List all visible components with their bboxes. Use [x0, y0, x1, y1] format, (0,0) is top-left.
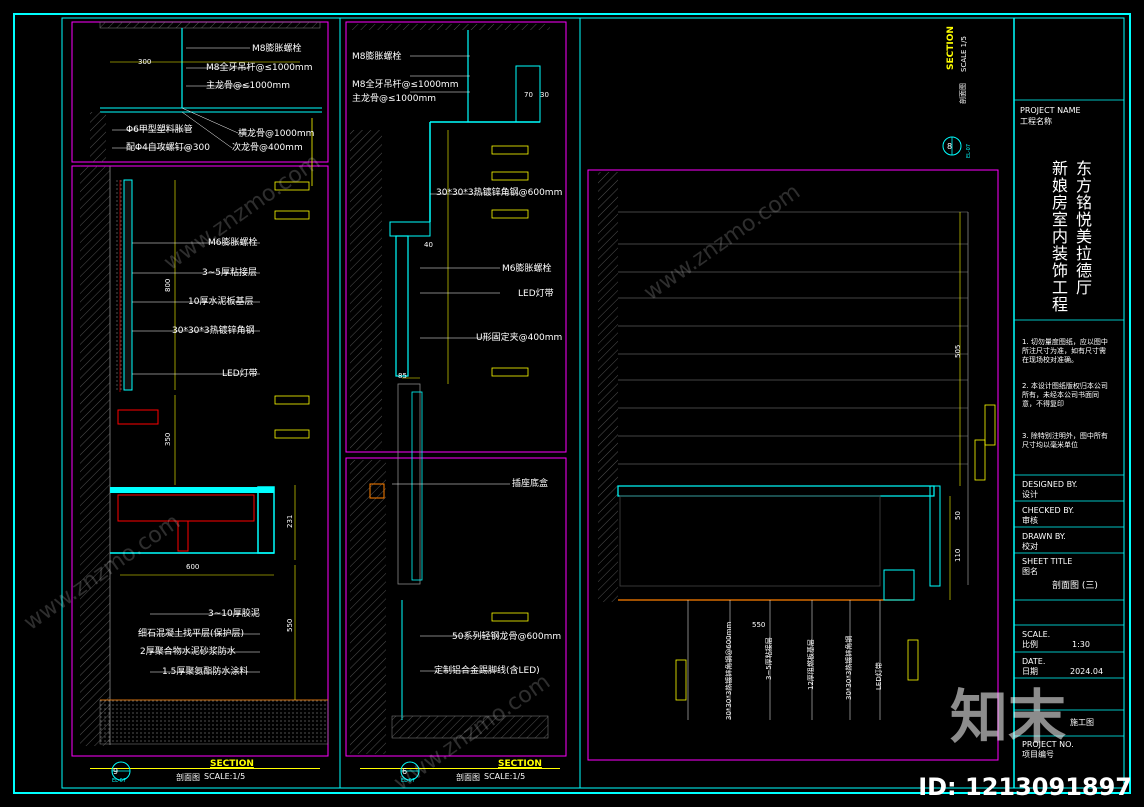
note-item: 2. 本设计图纸版权归本公司所有，未经本公司书面同意，不得复印: [1022, 382, 1108, 408]
dimension-label: 800: [164, 278, 172, 292]
annotation-label: LED灯带: [518, 289, 554, 299]
annotation-label: 细石混凝土找平层(保护层): [138, 629, 245, 639]
project-name-cn: 工程名称: [1020, 117, 1052, 126]
dimension-label: 600: [186, 563, 200, 571]
dimension-label: 30: [540, 91, 549, 99]
scale-label-cn: 比例: [1022, 640, 1038, 649]
phase-value: 施工图: [1070, 718, 1094, 727]
sheet-title-label-cn: 图名: [1022, 567, 1038, 576]
annotation-label: U形固定夹@400mm: [476, 333, 563, 343]
scale-label: SCALE.: [1022, 630, 1051, 639]
note-item: 1. 切勿量度图纸，应以图中所注尺寸为准，如有尺寸需在现场校对准确。: [1022, 338, 1108, 364]
annotation-label: 插座底盒: [512, 479, 549, 489]
dimension-label: 50: [954, 511, 962, 520]
project-title-line-1: 东方铭悦美拉德厅: [1073, 160, 1092, 296]
section-title: SECTION: [946, 26, 956, 70]
section-bubble-ref: EL-07: [401, 778, 416, 784]
date-label: DATE.: [1022, 657, 1046, 666]
checked-by-label-cn: 审核: [1022, 516, 1038, 525]
rotated-annotation: 12厚阻燃板基层: [807, 639, 815, 690]
dimension-label: 505: [954, 344, 962, 358]
rotated-annotation: LED灯带: [875, 662, 883, 690]
annotation-label: M6膨胀螺栓: [208, 238, 258, 248]
annotation-label: 横龙骨@1000mm: [238, 129, 315, 139]
dimension-label: 550: [752, 621, 766, 629]
note-item: 3. 除特别注明外，图中所有尺寸均以毫米单位: [1022, 432, 1108, 449]
dimension-label: 550: [286, 618, 294, 632]
sheet-title-label: SHEET TITLE: [1022, 557, 1073, 566]
section-bubble-ref: EL-07: [112, 778, 127, 784]
cad-drawing-canvas[interactable]: www.znzmo.com www.znzmo.com www.znzmo.co…: [0, 0, 1144, 807]
section-subtitle: 剖面图: [456, 773, 480, 782]
dimension-label: 40: [424, 241, 433, 249]
annotation-label: 主龙骨@≤1000mm: [206, 81, 290, 91]
dimension-label: 70: [524, 91, 533, 99]
project-name-en: PROJECT NAME: [1020, 106, 1081, 115]
dimension-label: 85: [398, 372, 407, 380]
annotation-label: 10厚水泥板基层: [188, 297, 254, 307]
image-id-label: ID: 1213091897: [918, 773, 1132, 801]
annotation-label: 3~10厚胶泥: [208, 609, 260, 619]
section-subtitle: 剖面图: [176, 773, 200, 782]
annotation-label: 30*30*3热镀锌角钢: [172, 326, 255, 336]
section-title: SECTION: [498, 759, 542, 769]
annotation-label: M8膨胀螺栓: [252, 44, 302, 54]
annotation-label: 2厚聚合物水泥砂浆防水: [140, 647, 236, 657]
annotation-label: 配Φ4自攻螺钉@300: [126, 143, 210, 153]
dimension-label: 300: [138, 58, 152, 66]
annotation-label: 主龙骨@≤1000mm: [352, 94, 436, 104]
annotation-label: Φ6甲型塑料胀管: [126, 125, 193, 135]
date-value: 2024.04: [1070, 667, 1104, 676]
annotation-label: 次龙骨@400mm: [232, 143, 303, 153]
annotation-label: M8全牙吊杆@≤1000mm: [352, 80, 459, 90]
annotation-label: 1.5厚聚氨酯防水涂料: [162, 667, 249, 677]
section-title: SECTION: [210, 759, 254, 769]
section-subtitle: 剖面图: [959, 83, 967, 104]
rotated-annotation: 3~5厚粘接层: [765, 637, 773, 680]
annotation-label: M8全牙吊杆@≤1000mm: [206, 63, 313, 73]
dimension-label: 231: [286, 514, 294, 528]
section-scale: SCALE 1/5: [960, 36, 968, 72]
annotation-label: 30*30*3热镀锌角钢@600mm: [436, 188, 563, 198]
brand-logo: 知末: [950, 683, 1067, 751]
section-bubble-ref: EL-07: [966, 143, 972, 158]
dimension-label: 350: [164, 432, 172, 446]
annotation-label: M6膨胀螺栓: [502, 264, 552, 274]
project-title-line-2: 新娘房室内装饰工程: [1049, 160, 1068, 313]
designed-by-label-cn: 设计: [1022, 490, 1038, 499]
drawn-by-label-cn: 校对: [1022, 542, 1038, 551]
sheet-title-value: 剖面图 (三): [1052, 581, 1098, 591]
designed-by-label: DESIGNED BY.: [1022, 480, 1078, 489]
section-scale: SCALE:1/5: [204, 772, 246, 781]
scale-value: 1:30: [1072, 640, 1090, 649]
rotated-annotation: 30*30*3热镀锌角钢: [845, 635, 853, 700]
rotated-annotation: 30*30*3热镀锌角钢@600mm: [725, 621, 733, 720]
annotation-label: LED灯带: [222, 369, 258, 379]
annotation-label: 定制铝合金踢脚线(含LED): [434, 666, 540, 676]
checked-by-label: CHECKED BY.: [1022, 506, 1075, 515]
annotation-label: 50系列轻钢龙骨@600mm: [452, 632, 562, 642]
section-scale: SCALE:1/5: [484, 772, 526, 781]
drawn-by-label: DRAWN BY.: [1022, 532, 1066, 541]
section-bubble-number: 8: [947, 142, 953, 151]
annotation-label: 3~5厚粘接层: [202, 268, 257, 278]
dimension-label: 110: [954, 548, 962, 562]
annotation-label: M8膨胀螺栓: [352, 52, 402, 62]
